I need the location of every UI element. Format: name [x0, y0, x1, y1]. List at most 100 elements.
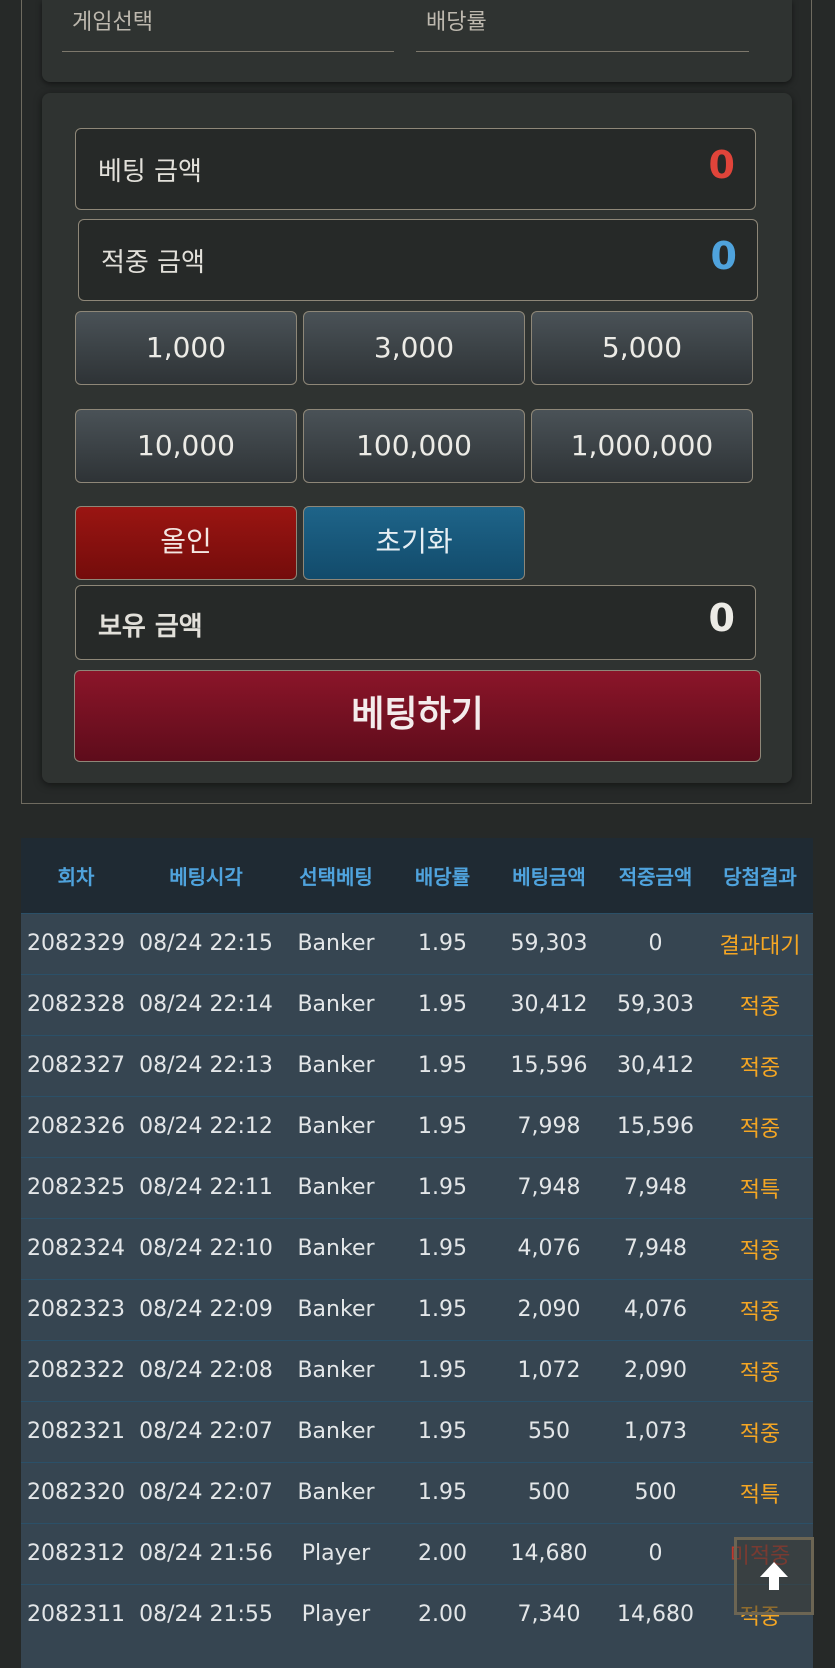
- win-amount-label: 적중 금액: [101, 248, 205, 278]
- cell-win-amount: 500: [634, 1480, 677, 1505]
- cell-odds: 1.95: [418, 1053, 467, 1078]
- cell-win-amount: 14,680: [617, 1602, 694, 1628]
- cell-selection: Banker: [297, 1297, 375, 1322]
- table-row: 2082323 08/24 22:09 Banker 1.95 2,090 4,076 적중: [21, 1279, 813, 1340]
- cell-round: 2082311: [27, 1602, 125, 1628]
- cell-bet-time: 08/24 21:55: [139, 1602, 273, 1628]
- cell-bet-amount: 7,998: [517, 1114, 581, 1139]
- cell-bet-time: 08/24 22:09: [139, 1297, 273, 1322]
- chip-1000-button[interactable]: 1,000: [75, 311, 297, 385]
- cell-win-amount: 30,412: [617, 1053, 694, 1078]
- chip-5000-button[interactable]: 5,000: [531, 311, 753, 385]
- cell-result: 결과대기: [719, 933, 801, 959]
- cell-bet-amount: 7,948: [517, 1175, 581, 1200]
- header-round: 회차: [57, 864, 95, 889]
- chip-3000-button[interactable]: 3,000: [303, 311, 525, 385]
- chip-10000-button[interactable]: 10,000: [75, 409, 297, 483]
- table-row: 2082324 08/24 22:10 Banker 1.95 4,076 7,948 적중: [21, 1218, 813, 1279]
- cell-odds: 1.95: [418, 1236, 467, 1261]
- cell-bet-amount: 500: [528, 1480, 570, 1505]
- cell-odds: 1.95: [418, 931, 467, 956]
- cell-bet-time: 08/24 22:07: [139, 1419, 273, 1444]
- table-row: 2082329 08/24 22:15 Banker 1.95 59,303 0 결과대기: [21, 913, 813, 974]
- cell-round: 2082320: [27, 1480, 125, 1505]
- table-row: 2082325 08/24 22:11 Banker 1.95 7,948 7,948 적특: [21, 1157, 813, 1218]
- cell-result: 적특: [739, 1482, 781, 1508]
- header-win-amount: 적중금액: [618, 864, 693, 889]
- table-row: 2082321 08/24 22:07 Banker 1.95 550 1,073 적중: [21, 1401, 813, 1462]
- table-row: 2082320 08/24 22:07 Banker 1.95 500 500 적특: [21, 1462, 813, 1523]
- win-amount-box: 적중 금액 0: [78, 219, 758, 301]
- table-row: 208231208/24 21:56Player2.0014,6800미적중: [21, 1523, 813, 1584]
- cell-odds: 2.00: [418, 1541, 467, 1566]
- cell-win-amount: 0: [648, 1541, 663, 1566]
- cell-bet-time: 08/24 22:11: [139, 1175, 273, 1200]
- cell-odds: 1.95: [418, 1297, 467, 1322]
- odds-field: 배당률: [416, 0, 749, 52]
- cell-result: 적중: [739, 1421, 781, 1447]
- cell-result: 적중: [739, 1360, 781, 1386]
- cell-selection: Banker: [297, 1175, 375, 1200]
- cell-bet-amount: 7,340: [517, 1602, 581, 1628]
- chip-100000-button[interactable]: 100,000: [303, 409, 525, 483]
- cell-round: 2082329: [27, 931, 125, 956]
- table-row: 2082322 08/24 22:08 Banker 1.95 1,072 2,090 적중: [21, 1340, 813, 1401]
- win-amount-value: 0: [710, 234, 737, 278]
- cell-bet-amount: 30,412: [510, 992, 588, 1017]
- game-select-field[interactable]: 게임선택: [62, 0, 394, 52]
- cell-bet-amount: 1,072: [517, 1358, 581, 1383]
- reset-button[interactable]: 초기화: [303, 506, 525, 580]
- cell-win-amount: 7,948: [624, 1175, 687, 1200]
- cell-round: 2082326: [27, 1114, 125, 1139]
- cell-odds: 1.95: [418, 1419, 467, 1444]
- chip-1000000-button[interactable]: 1,000,000: [531, 409, 753, 483]
- balance-box: 보유 금액 0: [75, 585, 756, 660]
- cell-result: 적중: [739, 994, 781, 1020]
- cell-bet-time: 08/24 22:10: [139, 1236, 273, 1261]
- table-row: 2082311 08/24 21:55 Player 2.00 7,340 14,680 적…: [21, 1584, 813, 1645]
- cell-odds: 1.95: [418, 992, 467, 1017]
- cell-selection: Banker: [297, 1053, 375, 1078]
- cell-win-amount: 2,090: [624, 1358, 687, 1383]
- cell-selection: Banker: [297, 1358, 375, 1383]
- cell-selection: Banker: [297, 1114, 375, 1139]
- all-in-button[interactable]: 올인: [75, 506, 297, 580]
- cell-bet-time: 08/24 22:13: [139, 1053, 273, 1078]
- cell-bet-time: 08/24 22:07: [139, 1480, 273, 1505]
- cell-selection: Banker: [297, 1419, 375, 1444]
- odds-label: 배당률: [426, 10, 487, 35]
- cell-odds: 1.95: [418, 1480, 467, 1505]
- bet-history-table: 회차 베팅시각 선택베팅 배당률 베팅금액 적중금액 당첨결과 2082329 0…: [21, 838, 813, 1668]
- scroll-top-button[interactable]: [734, 1537, 814, 1615]
- place-bet-button[interactable]: 베팅하기: [74, 670, 761, 762]
- cell-selection: Banker: [297, 1236, 375, 1261]
- balance-value: 0: [708, 596, 735, 640]
- cell-round: 2082327: [27, 1053, 125, 1078]
- game-select-label: 게임선택: [72, 10, 153, 35]
- cell-round: 2082323: [27, 1297, 125, 1322]
- cell-round: 2082312: [27, 1541, 125, 1566]
- cell-odds: 1.95: [418, 1358, 467, 1383]
- table-row: 2082326 08/24 22:12 Banker 1.95 7,998 15,596 적…: [21, 1096, 813, 1157]
- table-header-row: 회차 베팅시각 선택베팅 배당률 베팅금액 적중금액 당첨결과: [21, 838, 813, 913]
- cell-selection: Player: [301, 1602, 371, 1628]
- cell-bet-amount: 4,076: [517, 1236, 581, 1261]
- header-selection: 선택베팅: [299, 864, 373, 889]
- cell-result: 적중: [739, 1116, 781, 1142]
- cell-bet-amount: 59,303: [510, 931, 588, 956]
- cell-bet-amount: 550: [528, 1419, 570, 1444]
- cell-result: 적중: [739, 1055, 781, 1081]
- cell-round: 2082321: [27, 1419, 125, 1444]
- cell-result: 적특: [739, 1177, 781, 1203]
- cell-bet-time: 08/24 21:56: [139, 1541, 273, 1566]
- bet-amount-box: 베팅 금액 0: [75, 128, 756, 210]
- cell-selection: Banker: [297, 992, 375, 1017]
- table-row: 2082327 08/24 22:13 Banker 1.95 15,596 30,412…: [21, 1035, 813, 1096]
- cell-odds: 1.95: [418, 1114, 467, 1139]
- cell-win-amount: 0: [648, 931, 663, 956]
- cell-bet-time: 08/24 22:15: [139, 931, 273, 956]
- cell-win-amount: 7,948: [624, 1236, 687, 1261]
- bet-amount-value: 0: [708, 143, 735, 187]
- header-bet-time: 베팅시각: [169, 864, 243, 889]
- cell-bet-amount: 2,090: [517, 1297, 581, 1322]
